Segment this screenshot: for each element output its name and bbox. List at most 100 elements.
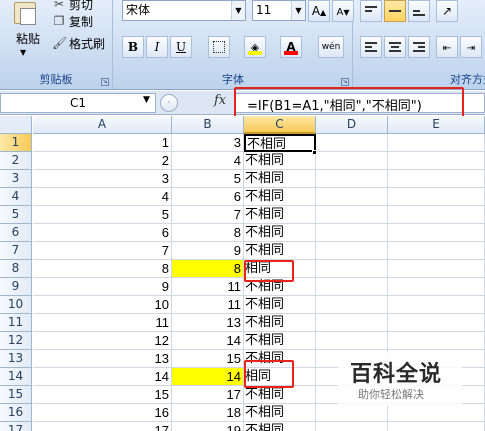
format-painter-button[interactable]: 🖌 格式刷 [52, 34, 105, 52]
cell-b8[interactable]: 8 [172, 260, 244, 278]
cell-a12[interactable]: 12 [33, 332, 172, 350]
increase-indent-button[interactable]: ⇥ [460, 36, 482, 58]
row-header[interactable]: 8 [0, 260, 32, 278]
phonetic-guide-button[interactable]: wén [318, 36, 344, 58]
cell-a2[interactable]: 2 [33, 152, 172, 170]
shrink-font-button[interactable]: A▼ [332, 0, 354, 22]
cell-c12[interactable]: 不相同 [244, 332, 316, 350]
cell-a13[interactable]: 13 [33, 350, 172, 368]
cell-d7[interactable] [316, 242, 388, 260]
cell-b4[interactable]: 6 [172, 188, 244, 206]
cell-e12[interactable] [388, 332, 485, 350]
cell-a6[interactable]: 6 [33, 224, 172, 242]
cell-a10[interactable]: 10 [33, 296, 172, 314]
align-left-button[interactable] [360, 36, 382, 58]
font-size-combo[interactable]: 11 ▼ [252, 0, 306, 21]
cell-a17[interactable]: 17 [33, 422, 172, 431]
cell-d10[interactable] [316, 296, 388, 314]
cell-e7[interactable] [388, 242, 485, 260]
row-header[interactable]: 16 [0, 404, 32, 422]
row-header[interactable]: 11 [0, 314, 32, 332]
cell-c7[interactable]: 不相同 [244, 242, 316, 260]
select-all-corner[interactable] [0, 116, 32, 134]
chevron-down-icon[interactable]: ▼ [143, 95, 150, 105]
orientation-button[interactable]: ↗ [436, 0, 458, 22]
cell-d2[interactable] [316, 152, 388, 170]
align-center-button[interactable] [384, 36, 406, 58]
cell-e6[interactable] [388, 224, 485, 242]
row-header[interactable]: 1 [0, 134, 32, 152]
cell-a3[interactable]: 3 [33, 170, 172, 188]
cell-e17[interactable] [388, 422, 485, 431]
cell-b14[interactable]: 14 [172, 368, 244, 386]
align-middle-button[interactable] [384, 0, 406, 22]
cell-e9[interactable] [388, 278, 485, 296]
cell-d11[interactable] [316, 314, 388, 332]
cell-a7[interactable]: 7 [33, 242, 172, 260]
cell-a1[interactable]: 1 [33, 134, 172, 152]
cell-b1[interactable]: 3 [172, 134, 244, 152]
cell-c3[interactable]: 不相同 [244, 170, 316, 188]
chevron-down-icon[interactable]: ▼ [291, 1, 305, 20]
cell-a5[interactable]: 5 [33, 206, 172, 224]
align-top-button[interactable] [360, 0, 382, 22]
cell-b2[interactable]: 4 [172, 152, 244, 170]
cell-c2[interactable]: 不相同 [244, 152, 316, 170]
cell-a4[interactable]: 4 [33, 188, 172, 206]
grow-font-button[interactable]: A▲ [308, 0, 330, 22]
row-header[interactable]: 10 [0, 296, 32, 314]
cell-c16[interactable]: 不相同 [244, 404, 316, 422]
decrease-indent-button[interactable]: ⇤ [436, 36, 458, 58]
cell-b5[interactable]: 7 [172, 206, 244, 224]
cell-b17[interactable]: 19 [172, 422, 244, 431]
fill-handle[interactable] [312, 150, 317, 155]
column-header-d[interactable]: D [316, 116, 388, 134]
cell-b12[interactable]: 14 [172, 332, 244, 350]
cell-a16[interactable]: 16 [33, 404, 172, 422]
clipboard-launcher-icon[interactable]: ↘ [101, 78, 109, 86]
font-color-button[interactable]: A [280, 36, 302, 58]
row-header[interactable]: 17 [0, 422, 32, 431]
row-header[interactable]: 14 [0, 368, 32, 386]
cell-b10[interactable]: 11 [172, 296, 244, 314]
cell-b3[interactable]: 5 [172, 170, 244, 188]
cancel-circle-icon[interactable]: · [160, 94, 178, 112]
row-header[interactable]: 2 [0, 152, 32, 170]
cell-b6[interactable]: 8 [172, 224, 244, 242]
cell-d9[interactable] [316, 278, 388, 296]
cell-d16[interactable] [316, 404, 388, 422]
cell-d12[interactable] [316, 332, 388, 350]
cell-b15[interactable]: 17 [172, 386, 244, 404]
column-header-e[interactable]: E [388, 116, 485, 134]
column-header-b[interactable]: B [172, 116, 244, 134]
row-header[interactable]: 13 [0, 350, 32, 368]
cell-b16[interactable]: 18 [172, 404, 244, 422]
row-header[interactable]: 4 [0, 188, 32, 206]
column-header-c[interactable]: C [244, 116, 316, 134]
cell-e3[interactable] [388, 170, 485, 188]
fill-color-button[interactable]: ◈ [244, 36, 266, 58]
cell-e11[interactable] [388, 314, 485, 332]
cell-c4[interactable]: 不相同 [244, 188, 316, 206]
borders-button[interactable] [208, 36, 230, 58]
font-name-combo[interactable]: 宋体 ▼ [122, 0, 246, 21]
copy-button[interactable]: ❐ 复制 [52, 12, 93, 30]
paste-button[interactable]: 粘贴 ▼ [6, 2, 46, 64]
cell-d5[interactable] [316, 206, 388, 224]
chevron-down-icon[interactable]: ▼ [231, 1, 245, 20]
cell-a9[interactable]: 9 [33, 278, 172, 296]
cell-a15[interactable]: 15 [33, 386, 172, 404]
bold-button[interactable]: B [122, 36, 144, 58]
align-right-button[interactable] [408, 36, 430, 58]
underline-button[interactable]: U [170, 36, 192, 58]
cell-a8[interactable]: 8 [33, 260, 172, 278]
cell-e16[interactable] [388, 404, 485, 422]
row-header[interactable]: 7 [0, 242, 32, 260]
cell-d17[interactable] [316, 422, 388, 431]
cell-d1[interactable] [316, 134, 388, 152]
cell-b9[interactable]: 11 [172, 278, 244, 296]
cell-c15[interactable]: 不相同 [244, 386, 316, 404]
italic-button[interactable]: I [146, 36, 168, 58]
cell-b7[interactable]: 9 [172, 242, 244, 260]
column-header-a[interactable]: A [33, 116, 172, 134]
